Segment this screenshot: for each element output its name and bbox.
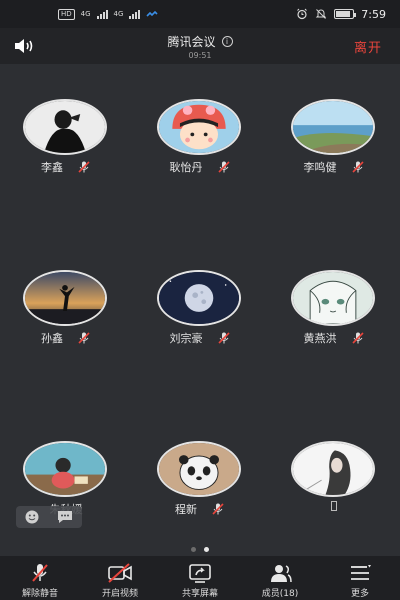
avatar-cartoon-girl-icon <box>157 99 241 155</box>
participant-tile[interactable]: 李鸣健 <box>269 64 399 224</box>
avatar-cartoon-bear-icon <box>157 441 241 497</box>
page-indicator <box>0 547 400 552</box>
chat-icon[interactable] <box>56 509 74 525</box>
start-video-button[interactable]: 开启视频 <box>80 556 160 600</box>
avatar-photo-person-icon <box>23 99 107 155</box>
meeting-duration: 09:51 <box>188 51 212 60</box>
floating-toolbar <box>16 506 82 528</box>
mic-muted-icon <box>78 161 90 173</box>
hd-badge: HD <box>58 8 75 20</box>
share-screen-icon <box>189 564 211 583</box>
participant-name-row: 黄燕洪 <box>269 330 399 346</box>
status-right: 7:59 <box>296 8 386 21</box>
avatar-photo-woman-sketch-icon <box>291 441 375 497</box>
participant-name: 耿怡丹 <box>169 161 203 174</box>
signal-1-icon <box>96 9 108 19</box>
avatar-photo-seascape-icon <box>291 99 375 155</box>
share-screen-label: 共享屏幕 <box>181 589 218 599</box>
avatar-photo-silhouette-sunset-icon <box>23 270 107 326</box>
more-menu-icon <box>351 565 371 580</box>
participant-tile[interactable]: 黄燕洪 <box>269 235 399 395</box>
participant-tile[interactable]: 程新 <box>135 406 265 566</box>
participant-tile[interactable] <box>269 406 399 566</box>
participant-name-row: 李鑫 <box>1 159 131 175</box>
more-label: 更多 <box>350 589 369 599</box>
participant-tile[interactable]: 朱秋媛 <box>1 406 131 566</box>
mic-muted-icon <box>78 332 90 344</box>
alarm-icon <box>297 8 308 20</box>
avatar-anime-sketch-icon <box>291 270 375 326</box>
participant-name: 李鸣健 <box>303 161 337 174</box>
participant-tile[interactable]: 孙鑫 <box>1 235 131 395</box>
participant-name-row <box>269 501 399 511</box>
mic-muted-icon <box>212 503 224 515</box>
participant-name: 程新 <box>175 503 197 516</box>
start-video-label: 开启视频 <box>101 589 138 599</box>
more-button[interactable]: 更多 <box>320 556 400 600</box>
members-button[interactable]: 成员(18) <box>240 556 320 600</box>
participant-name: 刘宗豪 <box>169 332 203 345</box>
participant-tile[interactable]: 耿怡丹 <box>135 64 265 224</box>
meeting-title-row[interactable]: 腾讯会议 i <box>167 33 233 50</box>
participant-tile[interactable]: 刘宗豪 <box>135 235 265 395</box>
signal-2-icon <box>129 9 141 19</box>
mic-muted-icon <box>217 332 230 344</box>
participant-name: 黄燕洪 <box>303 332 337 345</box>
network-1-label: 4G <box>80 10 91 18</box>
status-time: 7:59 <box>361 7 386 21</box>
participant-name-row: 李鸣健 <box>269 159 399 175</box>
participant-name-row: 程新 <box>135 501 265 517</box>
participant-name: 李鑫 <box>41 161 63 174</box>
leave-button[interactable]: 离开 <box>354 37 382 56</box>
wifi-app-icon <box>146 10 159 17</box>
system-status-bar: HD 4G 4G 7:59 <box>0 0 400 28</box>
members-icon <box>271 565 292 583</box>
network-2-label: 4G <box>113 10 124 18</box>
mic-muted-icon <box>351 332 364 344</box>
title-block: 腾讯会议 i 09:51 <box>0 31 400 60</box>
page-dot-1[interactable] <box>191 547 196 552</box>
camera-off-icon <box>108 563 132 583</box>
participant-grid: 李鑫 耿怡丹 李鸣健 孙鑫 刘宗豪 黄燕洪 程新 <box>0 64 400 556</box>
participant-name: 孙鑫 <box>41 332 63 345</box>
unmute-button[interactable]: 解除静音 <box>0 556 80 600</box>
mic-muted-icon <box>351 161 364 173</box>
unmute-label: 解除静音 <box>21 589 58 599</box>
members-label: 成员(18) <box>261 589 299 599</box>
meeting-header: 腾讯会议 i 09:51 离开 <box>0 28 400 64</box>
participant-name-row: 孙鑫 <box>1 330 131 346</box>
participant-name-row: 刘宗豪 <box>135 330 265 346</box>
meeting-title: 腾讯会议 <box>167 35 216 49</box>
meeting-toolbar: 解除静音 开启视频 共享屏幕 成员(18) 更多 <box>0 556 400 600</box>
participant-name <box>331 501 337 511</box>
emoji-icon[interactable] <box>24 509 40 525</box>
mic-muted-icon <box>217 161 230 173</box>
info-icon[interactable]: i <box>221 36 233 47</box>
status-left: HD 4G 4G <box>58 8 159 20</box>
mic-off-icon <box>32 564 48 582</box>
share-screen-button[interactable]: 共享屏幕 <box>160 556 240 600</box>
avatar-photo-child-icon <box>23 441 107 497</box>
participant-tile[interactable]: 李鑫 <box>1 64 131 224</box>
page-dot-2[interactable] <box>204 547 209 552</box>
avatar-photo-moon-icon <box>157 270 241 326</box>
battery-icon <box>334 9 357 19</box>
participant-name-row: 耿怡丹 <box>135 159 265 175</box>
mute-bell-icon <box>316 9 327 19</box>
